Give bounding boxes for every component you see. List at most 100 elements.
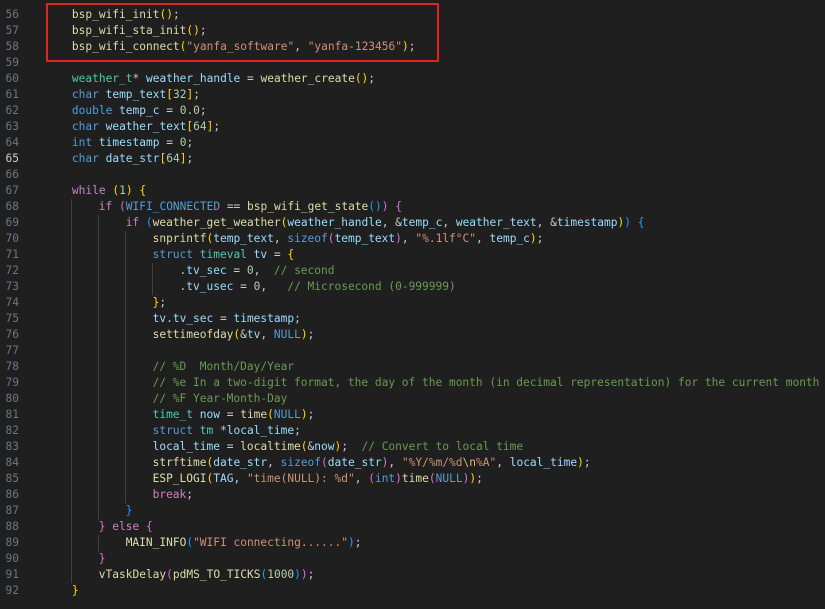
code-line[interactable]: 63 char weather_text[64]; [0,119,825,135]
code-text: char temp_text[32]; [72,87,200,103]
line-number: 92 [5,584,19,597]
line-number: 79 [5,376,19,389]
code-token: int [71,136,93,149]
code-line[interactable]: 76 settimeofday(&tv, NULL); [0,327,825,343]
code-line[interactable]: 70 snprintf(temp_text, sizeof(temp_text),… [0,231,825,247]
code-text: double temp_c = 0.0; [72,103,207,119]
line-number: 77 [5,344,19,357]
code-text: MAIN_INFO("WIFI connecting......"); [126,535,362,551]
code-token: temp_text [105,88,167,101]
code-token: ESP_LOGI [152,472,207,485]
code-token: // second [273,264,335,277]
code-line[interactable]: 85 ESP_LOGI(TAG, "time(NULL): %d", (int)t… [0,471,825,487]
code-token: * [213,424,227,437]
code-line[interactable]: 86 break; [0,487,825,503]
code-token: ( [119,200,126,213]
code-token: , [401,232,416,245]
code-token: char [71,88,99,101]
code-token: = [219,408,241,421]
code-token: ; [294,424,301,437]
code-line[interactable]: 72 .tv_sec = 0, // second [0,263,825,279]
code-token: = [159,136,180,149]
code-token: temp_c [119,104,160,117]
code-line[interactable]: 73 .tv_usec = 0, // Microsecond (0-999999… [0,279,825,295]
code-line[interactable]: 75 tv.tv_sec = timestamp; [0,311,825,327]
code-line[interactable]: 77 [0,343,825,359]
code-line[interactable]: 60 weather_t* weather_handle = weather_cr… [0,71,825,87]
code-token: NULL [273,328,301,341]
code-token: ) [300,408,308,421]
code-line[interactable]: 64 int timestamp = 0; [0,135,825,151]
code-line[interactable]: 68 if (WIFI_CONNECTED == bsp_wifi_get_sta… [0,199,825,215]
line-number: 64 [5,136,19,149]
code-line[interactable]: 84 strftime(date_str, sizeof(date_str), "… [0,455,825,471]
code-token: date_str [327,456,382,469]
code-line[interactable]: 92} [0,583,825,599]
code-text: while (1) { [72,183,146,199]
code-line[interactable]: 69 if (weather_get_weather(weather_handle… [0,215,825,231]
code-line[interactable]: 81 time_t now = time(NULL); [0,407,825,423]
code-text: // %F Year-Month-Day [153,391,288,407]
code-line[interactable]: 83 local_time = localtime(&now); // Conve… [0,439,825,455]
code-text: strftime(date_str, sizeof(date_str), "%Y… [153,455,591,471]
code-text: if (weather_get_weather(weather_handle, … [126,215,645,231]
code-line[interactable]: 89 MAIN_INFO("WIFI connecting......"); [0,535,825,551]
code-token: TAG [213,472,234,485]
code-line[interactable]: 88} else { [0,519,825,535]
line-number: 56 [5,8,19,21]
code-token: weather_get_weather [152,216,281,229]
code-token: local_time [509,456,578,469]
code-line[interactable]: 79 // %e In a two-digit format, the day o… [0,375,825,391]
code-token: () [354,72,369,85]
code-token: 0.0 [179,104,200,117]
code-token: [ [166,88,173,101]
code-line[interactable]: 82 struct tm *local_time; [0,423,825,439]
code-token: , [233,472,247,485]
code-editor[interactable]: 56 bsp_wifi_init(); 57 bsp_wifi_sta_init();… [0,0,825,609]
code-text: ESP_LOGI(TAG, "time(NULL): %d", (int)tim… [153,471,483,487]
code-line[interactable]: 80 // %F Year-Month-Day [0,391,825,407]
code-line[interactable]: 61 char temp_text[32]; [0,87,825,103]
code-text: time_t now = time(NULL); [153,407,315,423]
code-line[interactable]: 67 while (1) { [0,183,825,199]
code-line[interactable]: 78 // %D Month/Day/Year [0,359,825,375]
code-token: // Convert to local time [361,440,524,453]
code-token: ; [159,296,167,309]
line-number: 87 [5,504,19,517]
line-number: 66 [5,168,19,181]
code-token: temp_c [489,232,530,245]
line-number: 81 [5,408,19,421]
code-line[interactable]: 74}; [0,295,825,311]
code-token: // %e In a two-digit format, the day of … [152,376,820,389]
code-line[interactable]: 91 vTaskDelay(pdMS_TO_TICKS(1000)); [0,567,825,583]
line-number: 84 [5,456,19,469]
code-token: pdMS_TO_TICKS [172,568,261,581]
code-token: } [98,552,106,565]
code-token: } [71,584,79,597]
code-token: timestamp [556,216,618,229]
code-token: "%Y/%m/%d [401,456,463,469]
code-line[interactable]: 66 [0,167,825,183]
code-token: ; [213,120,221,133]
code-token: tv_sec [172,312,214,325]
code-line[interactable]: 90} [0,551,825,567]
code-line[interactable]: 65 char date_str[64]; [0,151,825,167]
code-line[interactable]: 62 double temp_c = 0.0; [0,103,825,119]
code-token: tv [253,248,268,261]
code-line[interactable]: 71 struct timeval tv = { [0,247,825,263]
code-text: tv.tv_sec = timestamp; [153,311,301,327]
line-number: 85 [5,472,19,485]
code-token: ( [321,456,328,469]
code-text: break; [153,487,193,503]
code-token: ; [307,328,315,341]
code-token: = [226,264,247,277]
line-number: 67 [5,184,19,197]
code-token: struct [152,248,194,261]
code-token: local_time [226,424,295,437]
code-line[interactable]: 87} [0,503,825,519]
line-number: 63 [5,120,19,133]
